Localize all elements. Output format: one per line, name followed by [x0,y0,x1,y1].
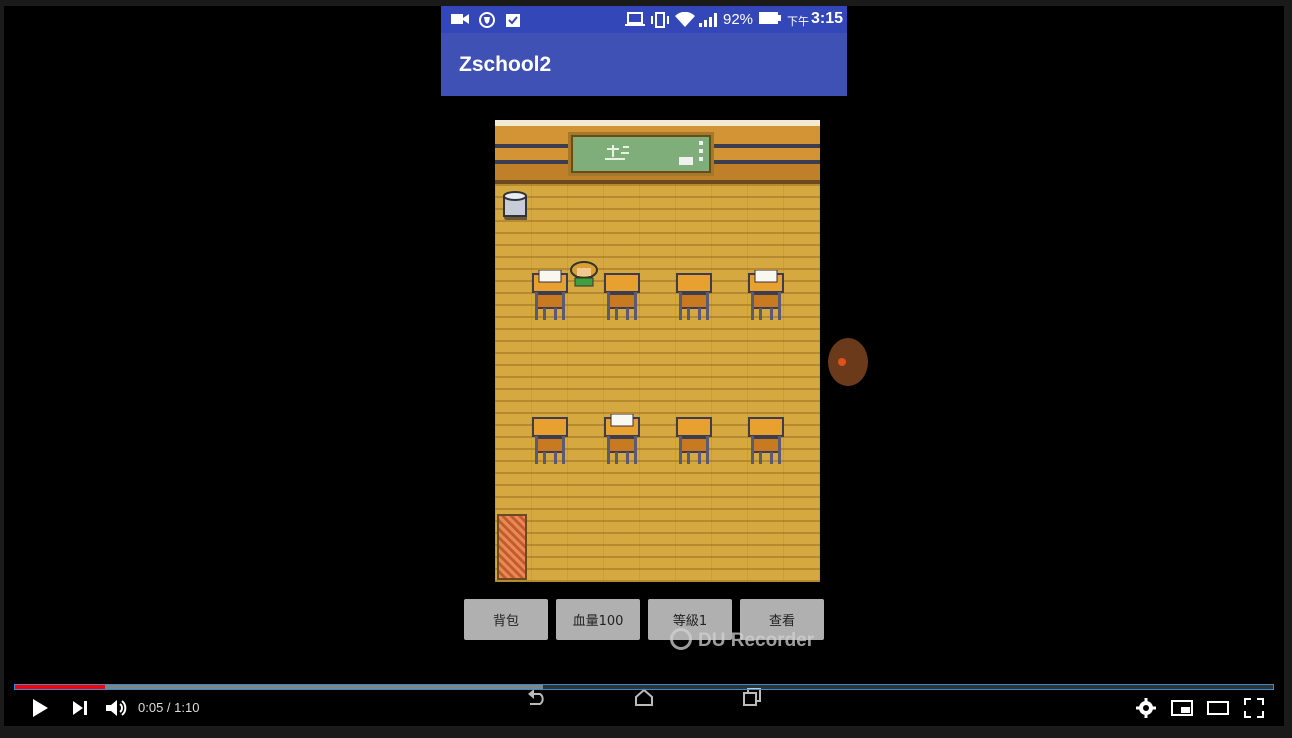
classroom-door[interactable] [497,514,527,580]
time-display: 0:05 / 1:10 [138,700,200,715]
signal-icon [699,13,717,27]
miniplayer-icon[interactable] [1170,696,1194,720]
home-icon[interactable] [634,688,654,706]
backpack-button[interactable]: 背包 [464,599,548,640]
settings-icon[interactable] [1134,696,1158,720]
desk [676,417,712,464]
game-scene[interactable] [495,120,820,582]
battery-icon [759,12,781,24]
desk-with-book [604,414,640,464]
status-time: 3:15 [811,10,844,27]
chalk-writing-icon [605,141,703,165]
laptop-icon [625,12,645,26]
chalkboard [568,132,714,176]
clipboard-check-icon [506,14,520,27]
health-button[interactable]: 血量100 [556,599,640,640]
desk [532,417,568,464]
desk-with-book [532,270,568,320]
desk-with-book [748,270,784,320]
video-player[interactable]: 92% 下午 3:15 Zschool2 背包 血量100 等級1 查看 DU … [4,6,1284,726]
fullscreen-icon[interactable] [1242,696,1266,720]
desk [676,273,712,320]
play-icon[interactable] [28,696,52,720]
desk [748,417,784,464]
status-bar: 92% 下午 3:15 [441,6,847,33]
volume-icon[interactable] [104,696,128,720]
recorder-watermark: DU Recorder [670,628,814,652]
theater-icon[interactable] [1206,696,1230,720]
app-title: Zschool2 [459,53,552,76]
back-icon[interactable] [526,688,546,706]
recorder-logo-icon [670,628,692,650]
app-bar: Zschool2 [441,33,847,96]
trash-can-icon [503,191,527,220]
progress-bar[interactable] [14,684,1274,690]
wifi-icon [675,12,695,27]
watermark-text: DU Recorder [698,630,815,651]
vibrate-icon [651,12,669,28]
recorder-floating-button[interactable] [828,338,868,386]
video-camera-icon [451,14,469,24]
player-character-icon [570,261,598,287]
status-time-prefix: 下午 [787,15,809,28]
next-icon[interactable] [68,696,92,720]
desk [604,273,640,320]
progress-played [15,685,105,689]
vpn-shield-icon [479,12,495,28]
battery-percentage: 92% [723,11,754,28]
recents-icon[interactable] [742,688,762,706]
